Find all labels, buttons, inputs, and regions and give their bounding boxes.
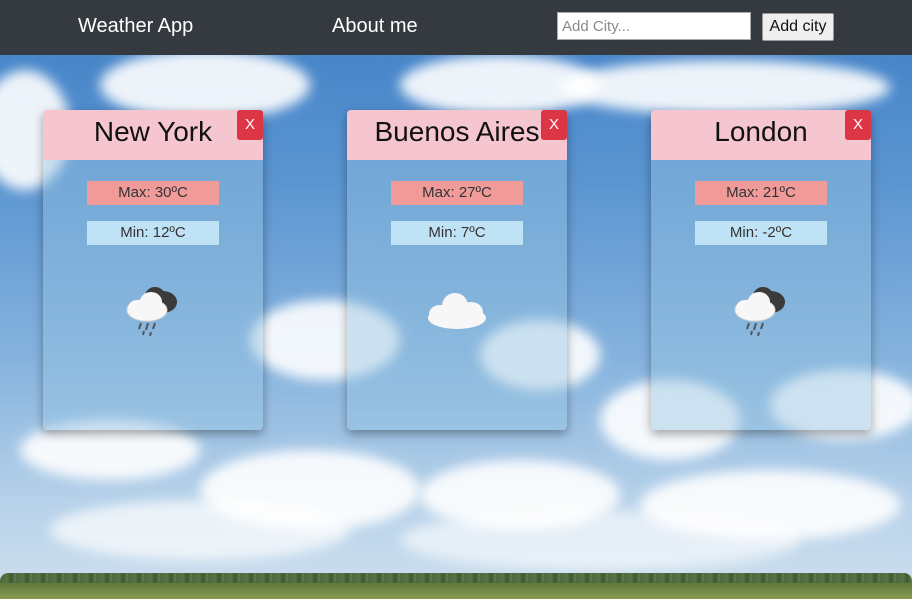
min-temperature-badge: Min: 7ºC: [391, 221, 523, 245]
max-temperature-badge: Max: 21ºC: [695, 181, 827, 205]
weather-card-new-york: New York X Max: 30ºC Min: 12ºC: [43, 110, 263, 430]
max-temperature-badge: Max: 30ºC: [87, 181, 219, 205]
remove-card-button[interactable]: X: [845, 110, 871, 140]
card-city-name: New York: [93, 116, 213, 147]
card-city-name: London: [714, 116, 808, 147]
rain-cloud-icon: [126, 287, 177, 337]
card-header: New York X: [43, 110, 263, 160]
min-temperature-badge: Min: -2ºC: [695, 221, 827, 245]
city-search-input[interactable]: [557, 12, 751, 40]
card-city-name: Buenos Aires: [374, 116, 540, 147]
rain-cloud-icon: [734, 287, 785, 337]
add-city-button[interactable]: Add city: [762, 13, 834, 41]
remove-card-button[interactable]: X: [237, 110, 263, 140]
weather-card-london: London X Max: 21ºC Min: -2ºC: [651, 110, 871, 430]
remove-card-button[interactable]: X: [541, 110, 567, 140]
weather-card-buenos-aires: Buenos Aires X Max: 27ºC Min: 7ºC: [347, 110, 567, 430]
card-header: London X: [651, 110, 871, 160]
nav-link-about-me[interactable]: About me: [332, 15, 418, 38]
max-temperature-badge: Max: 27ºC: [391, 181, 523, 205]
ground: [0, 583, 912, 599]
card-header: Buenos Aires X: [347, 110, 567, 160]
min-temperature-badge: Min: 12ºC: [87, 221, 219, 245]
cloud-icon: [428, 293, 486, 329]
navbar: Weather App About me Add city: [0, 0, 912, 55]
nav-brand-weather-app[interactable]: Weather App: [78, 15, 193, 38]
